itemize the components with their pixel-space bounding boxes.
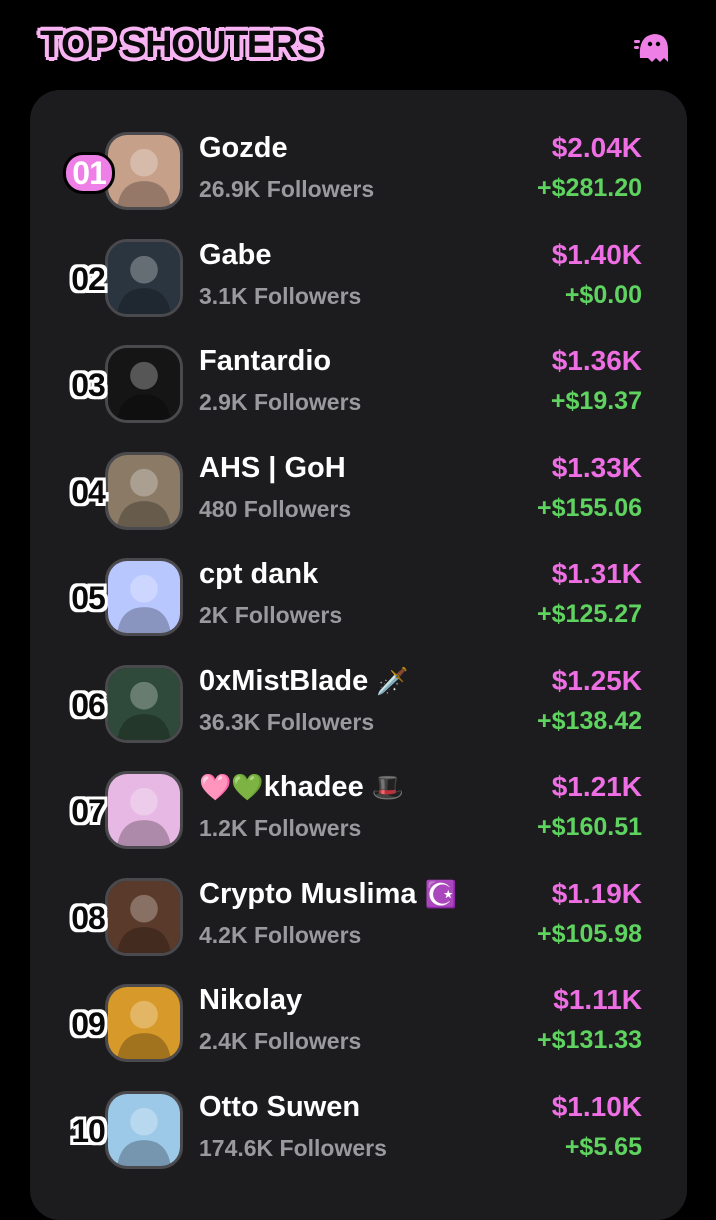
follower-count: 2.9K Followers: [199, 389, 362, 415]
user-name[interactable]: Nikolay: [199, 984, 302, 1017]
leaderboard-row[interactable]: 10 Otto Suwen 174.6K Followers $1.10K +$5.65: [30, 1081, 687, 1187]
rank-badge: 01: [63, 152, 115, 194]
page-title: TOP SHOUTERS: [40, 24, 322, 66]
amount-change: +$281.20: [537, 174, 642, 202]
follower-count: 4.2K Followers: [199, 922, 362, 948]
shout-amount: $1.33K: [551, 452, 642, 483]
user-name-text: Nikolay: [199, 984, 303, 1016]
leaderboard-row[interactable]: 02 Gabe 3.1K Followers $1.40K +$0.00: [30, 229, 687, 335]
name-emoji-icon: 🗡️: [376, 666, 409, 696]
avatar[interactable]: [105, 345, 183, 423]
user-name[interactable]: Gabe: [199, 239, 272, 272]
avatar[interactable]: [105, 452, 183, 530]
rank-badge: 05: [71, 579, 106, 616]
user-name-text: 0xMistBlade: [199, 665, 369, 697]
follower-count: 2.4K Followers: [199, 1028, 362, 1054]
shout-amount: $2.04K: [551, 132, 642, 163]
rank-badge: 04: [71, 473, 106, 510]
user-name-text: Gabe: [199, 239, 272, 271]
rank-badge: 03: [71, 366, 106, 403]
amount-change: +$138.42: [537, 707, 642, 735]
follower-count: 1.2K Followers: [199, 815, 362, 841]
amount-change: +$105.98: [537, 920, 642, 948]
follower-count: 3.1K Followers: [199, 283, 362, 309]
user-name[interactable]: AHS | GoH: [199, 452, 346, 485]
rank-badge: 10: [71, 1112, 106, 1149]
rank-badge: 02: [71, 260, 106, 297]
rank-badge: 07: [71, 792, 106, 829]
rank-badge: 08: [71, 899, 106, 936]
user-name[interactable]: Crypto Muslima ☪️: [199, 878, 457, 911]
amount-change: +$131.33: [537, 1026, 642, 1054]
follower-count: 26.9K Followers: [199, 176, 375, 202]
follower-count: 174.6K Followers: [199, 1135, 387, 1161]
avatar[interactable]: [105, 771, 183, 849]
avatar[interactable]: [105, 132, 183, 210]
follower-count: 480 Followers: [199, 496, 352, 522]
user-name-text: khadee: [263, 771, 364, 803]
leaderboard-row[interactable]: 04 AHS | GoH 480 Followers $1.33K +$155.06: [30, 442, 687, 548]
leaderboard-row[interactable]: 05 cpt dank 2K Followers $1.31K +$125.27: [30, 548, 687, 654]
rank-badge: 09: [71, 1005, 106, 1042]
avatar[interactable]: [105, 984, 183, 1062]
rank-badge: 06: [71, 686, 106, 723]
avatar[interactable]: [105, 878, 183, 956]
shout-amount: $1.10K: [551, 1091, 642, 1122]
avatar[interactable]: [105, 665, 183, 743]
user-name-text: Otto Suwen: [199, 1091, 361, 1123]
header: TOP SHOUTERS: [0, 0, 716, 90]
pink-ghost-mascot-icon[interactable]: [632, 28, 672, 66]
amount-change: +$160.51: [537, 813, 642, 841]
avatar[interactable]: [105, 1091, 183, 1169]
shout-amount: $1.11K: [553, 984, 642, 1015]
shout-amount: $1.36K: [551, 345, 642, 376]
avatar[interactable]: [105, 558, 183, 636]
amount-change: +$0.00: [564, 281, 642, 309]
user-name[interactable]: Otto Suwen: [199, 1091, 360, 1124]
follower-count: 2K Followers: [199, 602, 343, 628]
user-name-text: Fantardio: [199, 345, 332, 377]
leaderboard-row[interactable]: 07 🩷💚khadee 🎩 1.2K Followers $1.21K +$160.51: [30, 761, 687, 867]
user-name-text: Crypto Muslima: [199, 878, 417, 910]
amount-change: +$125.27: [537, 600, 642, 628]
amount-change: +$19.37: [550, 387, 642, 415]
leaderboard-row[interactable]: 03 Fantardio 2.9K Followers $1.36K +$19.37: [30, 335, 687, 441]
user-name-text: Gozde: [199, 132, 288, 164]
amount-change: +$155.06: [537, 494, 642, 522]
avatar[interactable]: [105, 239, 183, 317]
user-name[interactable]: 🩷💚khadee 🎩: [199, 771, 404, 804]
user-name-text: cpt dank: [199, 558, 319, 590]
leaderboard-row[interactable]: 01 Gozde 26.9K Followers $2.04K +$281.20: [30, 122, 687, 228]
shout-amount: $1.19K: [551, 878, 642, 909]
name-emoji-icon: 🎩: [371, 772, 405, 802]
user-name-text: AHS | GoH: [199, 452, 346, 484]
leaderboard-row[interactable]: 08 Crypto Muslima ☪️ 4.2K Followers $1.19K +$…: [30, 868, 687, 974]
leaderboard-row[interactable]: 06 0xMistBlade 🗡️ 36.3K Followers $1.25K +$13…: [30, 655, 687, 761]
shout-amount: $1.21K: [551, 771, 642, 802]
shout-amount: $1.25K: [551, 665, 642, 696]
name-emoji-icon: ☪️: [424, 879, 457, 909]
heart-emoji-icon: 🩷💚: [199, 772, 264, 802]
user-name[interactable]: Gozde: [199, 132, 288, 165]
follower-count: 36.3K Followers: [199, 709, 375, 735]
leaderboard-row[interactable]: 09 Nikolay 2.4K Followers $1.11K +$131.33: [30, 974, 687, 1080]
amount-change: +$5.65: [564, 1133, 642, 1161]
shout-amount: $1.40K: [551, 239, 642, 270]
user-name[interactable]: 0xMistBlade 🗡️: [199, 665, 409, 698]
shout-amount: $1.31K: [551, 558, 642, 589]
user-name[interactable]: Fantardio: [199, 345, 331, 378]
leaderboard-panel: 01 Gozde 26.9K Followers $2.04K +$281.20 02 Ga…: [30, 90, 687, 1220]
user-name[interactable]: cpt dank: [199, 558, 318, 591]
